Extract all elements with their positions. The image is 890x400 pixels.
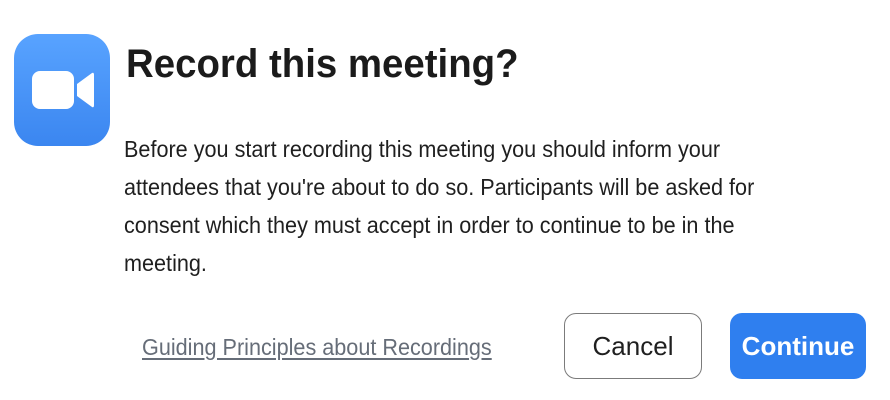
continue-button[interactable]: Continue [730,313,866,379]
video-camera-icon [32,71,94,109]
guiding-principles-link[interactable]: Guiding Principles about Recordings [142,330,492,364]
cancel-button[interactable]: Cancel [564,313,702,379]
zoom-app-icon [14,34,110,146]
record-meeting-dialog: Record this meeting? Before you start re… [0,0,890,400]
dialog-title: Record this meeting? [126,42,519,86]
dialog-message: Before you start recording this meeting … [124,136,755,276]
